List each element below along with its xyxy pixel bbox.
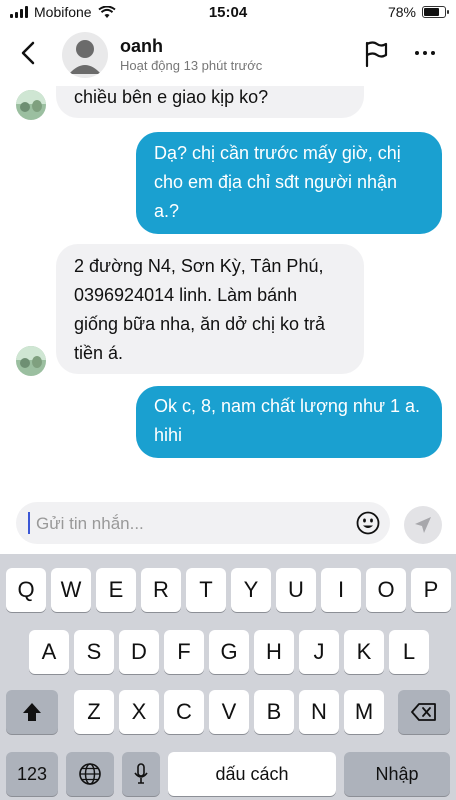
key-g[interactable]: G (209, 630, 249, 674)
key-p[interactable]: P (411, 568, 451, 612)
send-icon (415, 517, 431, 533)
key-d[interactable]: D (119, 630, 159, 674)
globe-key[interactable] (66, 752, 114, 796)
key-f[interactable]: F (164, 630, 204, 674)
key-z[interactable]: Z (74, 690, 114, 734)
contact-avatar[interactable] (62, 32, 108, 78)
space-key[interactable]: dấu cách (168, 752, 336, 796)
contact-status: Hoạt động 13 phút trước (120, 58, 263, 73)
key-l[interactable]: L (389, 630, 429, 674)
message-bubble[interactable]: Dạ? chị cần trước mấy giờ, chị cho em đị… (136, 132, 442, 234)
backspace-key[interactable] (398, 690, 450, 734)
key-q[interactable]: Q (6, 568, 46, 612)
key-a[interactable]: A (29, 630, 69, 674)
chevron-left-icon (21, 41, 35, 65)
more-options-button[interactable] (410, 42, 440, 64)
key-x[interactable]: X (119, 690, 159, 734)
key-u[interactable]: U (276, 568, 316, 612)
key-j[interactable]: J (299, 630, 339, 674)
dot-icon (415, 51, 419, 55)
return-key[interactable]: Nhập (344, 752, 450, 796)
shift-key[interactable] (6, 690, 58, 734)
key-m[interactable]: M (344, 690, 384, 734)
key-c[interactable]: C (164, 690, 204, 734)
key-o[interactable]: O (366, 568, 406, 612)
message-list[interactable]: chiều bên e giao kịp ko? Dạ? chị cần trư… (0, 86, 456, 496)
status-bar: Mobifone 15:04 78% (0, 0, 456, 24)
shift-icon (23, 703, 41, 721)
key-k[interactable]: K (344, 630, 384, 674)
key-n[interactable]: N (299, 690, 339, 734)
message-bubble[interactable]: chiều bên e giao kịp ko? (56, 86, 364, 118)
battery-percent: 78% (387, 4, 416, 20)
chat-header: oanh Hoạt động 13 phút trước (0, 24, 456, 87)
key-y[interactable]: Y (231, 568, 271, 612)
contact-name[interactable]: oanh (120, 36, 163, 57)
key-e[interactable]: E (96, 568, 136, 612)
battery-icon (422, 6, 449, 18)
message-bubble[interactable]: Ok c, 8, nam chất lượng như 1 a. hihi (136, 386, 442, 458)
key-t[interactable]: T (186, 568, 226, 612)
key-v[interactable]: V (209, 690, 249, 734)
dot-icon (431, 51, 435, 55)
key-w[interactable]: W (51, 568, 91, 612)
microphone-icon (134, 763, 148, 784)
person-icon (69, 40, 101, 74)
key-r[interactable]: R (141, 568, 181, 612)
numbers-key[interactable]: 123 (6, 752, 58, 796)
dot-icon (423, 51, 427, 55)
key-s[interactable]: S (74, 630, 114, 674)
sender-avatar[interactable] (16, 90, 46, 120)
back-button[interactable] (14, 38, 42, 68)
key-h[interactable]: H (254, 630, 294, 674)
message-input-container[interactable] (16, 502, 390, 546)
flag-icon (365, 41, 388, 68)
message-input[interactable] (34, 502, 338, 546)
send-button[interactable] (404, 506, 442, 544)
flag-button[interactable] (362, 40, 390, 68)
text-caret (28, 512, 30, 534)
globe-icon (79, 763, 101, 785)
sender-avatar[interactable] (16, 346, 46, 376)
message-bubble[interactable]: 2 đường N4, Sơn Kỳ, Tân Phú, 0396924014 … (56, 244, 364, 374)
status-right: 78% (387, 4, 449, 20)
emoji-icon[interactable] (356, 511, 380, 535)
key-b[interactable]: B (254, 690, 294, 734)
backspace-icon (411, 703, 436, 721)
dictation-key[interactable] (122, 752, 160, 796)
composer (0, 496, 456, 554)
keyboard: Q W E R T Y U I O P A S D F G H J K L Z … (0, 554, 456, 800)
key-i[interactable]: I (321, 568, 361, 612)
